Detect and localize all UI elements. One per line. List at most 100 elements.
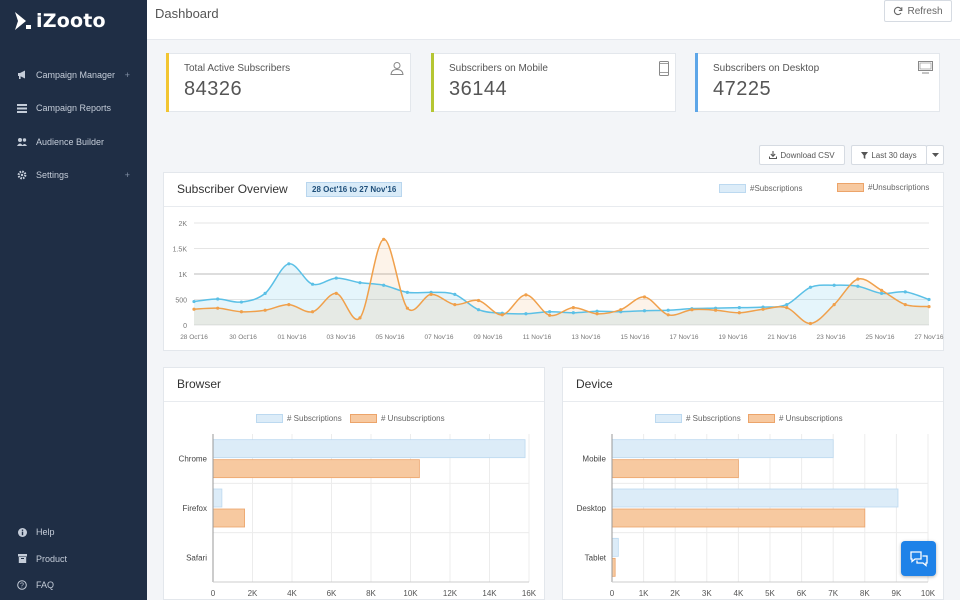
data-point-unsubscriptions — [263, 308, 267, 312]
data-point-unsubscriptions — [714, 308, 718, 312]
stat-card-total: Total Active Subscribers 84326 — [166, 53, 411, 112]
data-point-subscriptions — [287, 262, 291, 266]
data-point-unsubscriptions — [879, 288, 884, 292]
x-tick-label: 28 Oct'16 — [180, 334, 208, 341]
data-point-unsubscriptions — [382, 237, 386, 241]
data-point-unsubscriptions — [334, 291, 338, 295]
data-point-subscriptions — [476, 308, 481, 312]
x-tick-label: 15 Nov'16 — [620, 334, 649, 341]
x-tick-label: 21 Nov'16 — [767, 334, 796, 341]
refresh-label: Refresh — [907, 5, 943, 17]
overview-title: Subscriber Overview — [177, 182, 288, 196]
x-tick-label: 13 Nov'16 — [571, 334, 600, 341]
legend-swatch — [719, 184, 746, 193]
browser-card: Browser # Subscriptions # Unsubscription… — [163, 367, 545, 600]
data-point-unsubscriptions — [832, 303, 836, 307]
download-csv-button[interactable]: Download CSV — [759, 145, 845, 165]
stat-accent — [431, 53, 434, 112]
legend-subscriptions[interactable]: # Subscriptions — [655, 414, 741, 423]
sidebar-item-label: Campaign Reports — [36, 103, 112, 114]
sidebar-item-label: Audience Builder — [36, 136, 105, 147]
legend-subscriptions[interactable]: # Subscriptions — [256, 414, 342, 423]
expand-icon: + — [124, 69, 130, 80]
x-tick-label: 4K — [287, 589, 297, 598]
legend-label: # Unsubscriptions — [779, 414, 843, 423]
data-point-subscriptions — [785, 303, 789, 307]
data-point-unsubscriptions — [500, 313, 504, 317]
bar-subscriptions — [611, 488, 899, 508]
x-tick-label: 23 Nov'16 — [816, 334, 845, 341]
sidebar-bottom: Help Product ? FAQ — [0, 519, 147, 599]
app-logo[interactable]: iZooto — [14, 10, 106, 32]
chat-widget-button[interactable] — [901, 541, 936, 576]
legend-unsubscriptions[interactable]: # Unsubscriptions — [748, 414, 843, 423]
sidebar-item-settings[interactable]: Settings + — [0, 159, 147, 193]
stat-card-mobile: Subscribers on Mobile 36144 — [431, 53, 676, 112]
device-bar-chart: 0 1K 2K 3K 4K 5K 6K 7K 8K 9K 10K Mobile Desktop Table… — [577, 434, 936, 598]
x-tick-label: 8K — [366, 589, 376, 598]
refresh-button[interactable]: Refresh — [884, 0, 952, 22]
data-point-unsubscriptions — [429, 292, 433, 296]
gear-icon — [16, 170, 28, 180]
sidebar-item-faq[interactable]: ? FAQ — [0, 572, 147, 599]
data-point-subscriptions — [832, 283, 836, 287]
data-point-unsubscriptions — [903, 303, 907, 307]
data-point-subscriptions — [405, 290, 409, 294]
desktop-icon — [918, 61, 933, 74]
legend-swatch — [837, 183, 864, 192]
bar-subscriptions — [212, 439, 526, 459]
date-range-dropdown[interactable] — [926, 145, 944, 165]
data-point-unsubscriptions — [666, 313, 670, 317]
info-icon — [16, 527, 28, 537]
data-point-unsubscriptions — [690, 308, 694, 312]
x-tick-label: 3K — [702, 589, 712, 598]
browser-title: Browser — [177, 377, 222, 391]
data-point-subscriptions — [642, 309, 647, 313]
legend-subscriptions[interactable]: #Subscriptions — [719, 184, 802, 193]
legend-unsubscriptions[interactable]: #Unsubscriptions — [837, 183, 929, 192]
stat-value: 47225 — [713, 78, 772, 100]
x-tick-label: 2K — [670, 589, 680, 598]
legend-unsubscriptions[interactable]: # Unsubscriptions — [350, 414, 445, 423]
date-range-button[interactable]: Last 30 days — [851, 145, 927, 165]
device-card: Device # Subscriptions # Unsubscriptions… — [562, 367, 944, 600]
category-label: Safari — [186, 553, 207, 562]
data-point-subscriptions — [382, 283, 386, 287]
user-icon — [390, 62, 404, 75]
category-label: Desktop — [577, 504, 607, 513]
data-point-subscriptions — [310, 282, 315, 286]
x-tick-label: 27 Nov'16 — [914, 334, 943, 341]
category-label: Firefox — [183, 504, 207, 513]
legend-swatch — [256, 414, 283, 423]
legend-swatch — [655, 414, 682, 423]
bar-subscriptions — [611, 439, 834, 459]
device-title: Device — [576, 377, 613, 391]
bar-subscriptions — [611, 537, 619, 557]
x-tick-label: 0 — [610, 589, 615, 598]
sidebar-item-audience-builder[interactable]: Audience Builder — [0, 125, 147, 159]
x-tick-label: 19 Nov'16 — [718, 334, 747, 341]
x-tick-label: 8K — [860, 589, 870, 598]
x-tick-label: 14K — [482, 589, 497, 598]
page-title: Dashboard — [155, 6, 219, 21]
data-point-subscriptions — [192, 299, 196, 304]
data-point-unsubscriptions — [476, 298, 481, 303]
data-point-subscriptions — [927, 297, 931, 302]
stat-label: Total Active Subscribers — [184, 63, 291, 74]
data-point-unsubscriptions — [737, 311, 741, 315]
top-bar: Dashboard Refresh — [147, 0, 960, 40]
sidebar-item-product[interactable]: Product — [0, 546, 147, 573]
bar-subscriptions — [212, 488, 223, 508]
data-point-unsubscriptions — [239, 310, 244, 314]
data-point-unsubscriptions — [808, 321, 813, 326]
x-tick-label: 30 Oct'16 — [229, 334, 257, 341]
sidebar-item-campaign-manager[interactable]: Campaign Manager + — [0, 58, 147, 92]
data-point-subscriptions — [856, 284, 860, 288]
x-tick-label: 11 Nov'16 — [523, 334, 552, 341]
download-icon — [769, 151, 778, 159]
x-tick-label: 1K — [639, 589, 649, 598]
x-tick-label: 16K — [522, 589, 537, 598]
sidebar-item-campaign-reports[interactable]: Campaign Reports — [0, 92, 147, 126]
data-point-unsubscriptions — [619, 308, 623, 312]
sidebar-item-help[interactable]: Help — [0, 519, 147, 546]
